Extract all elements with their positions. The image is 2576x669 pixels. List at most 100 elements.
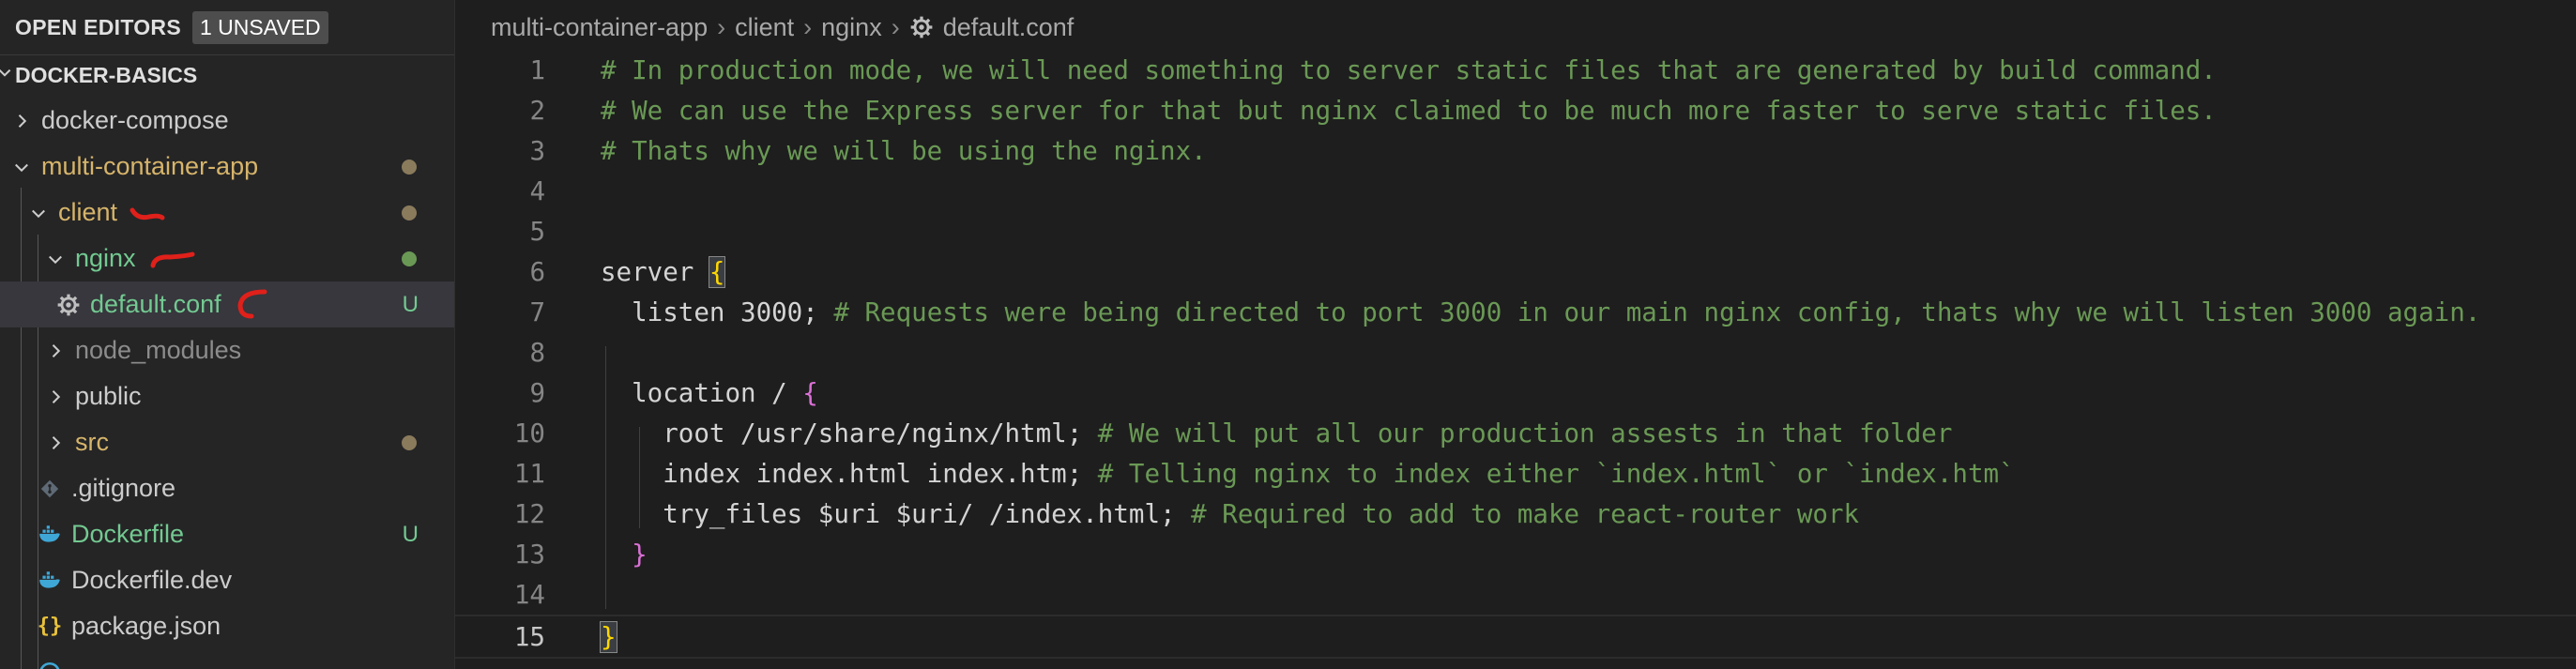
tree-item-dockerfile[interactable]: Dockerfile U <box>0 511 454 557</box>
code-line[interactable]: 13 } <box>455 534 2576 574</box>
untracked-badge: U <box>402 521 419 547</box>
code-text: index index.html index.htm; <box>601 458 1083 489</box>
tree-item-label: Dockerfile <box>71 520 185 548</box>
chevron-right-icon <box>11 111 32 131</box>
code-text: root /usr/share/nginx/html; <box>601 418 1083 449</box>
line-number: 2 <box>529 95 545 126</box>
explorer-sidebar: OPEN EDITORS 1 UNSAVED DOCKER-BASICS doc… <box>0 0 455 669</box>
code-comment: # We can use the Express server for that… <box>601 95 2217 126</box>
chevron-right-icon: › <box>717 12 726 41</box>
line-number: 7 <box>529 296 545 327</box>
info-icon <box>38 661 62 669</box>
tree-item-label: default.conf <box>90 290 221 318</box>
tree-item-dockerfile-dev[interactable]: Dockerfile.dev <box>0 557 454 603</box>
docker-icon <box>38 523 62 547</box>
gear-icon <box>909 15 934 39</box>
tree-item-default-conf[interactable]: default.conf U <box>0 281 454 327</box>
code-line[interactable]: 4 <box>455 171 2576 211</box>
code-line[interactable]: 6 server { <box>455 251 2576 292</box>
chevron-right-icon <box>45 341 66 361</box>
tree-item-client[interactable]: client <box>0 190 454 236</box>
tree-item-multi-container-app[interactable]: multi-container-app <box>0 144 454 190</box>
code-line[interactable]: 11 index index.html index.htm; # Telling… <box>455 453 2576 494</box>
code-line[interactable]: 1 # In production mode, we will need som… <box>455 50 2576 90</box>
line-number: 4 <box>529 175 545 206</box>
modified-dot <box>402 434 417 450</box>
code-brace: } <box>632 539 648 570</box>
code-line[interactable]: 8 <box>455 332 2576 373</box>
tree-item-label: package.json <box>71 612 221 640</box>
breadcrumb-item[interactable]: nginx <box>821 13 882 42</box>
chevron-right-icon: › <box>891 12 900 41</box>
code-line[interactable]: 3 # Thats why we will be using the nginx… <box>455 130 2576 171</box>
chevron-down-icon <box>28 203 49 223</box>
line-number: 13 <box>513 539 545 570</box>
code-line[interactable]: 5 <box>455 211 2576 251</box>
tree-item-node-modules[interactable]: node_modules <box>0 327 454 373</box>
workspace-root-title: DOCKER-BASICS <box>15 62 198 87</box>
tree-item-label: node_modules <box>75 336 242 364</box>
tree-item-label: .gitignore <box>71 474 176 502</box>
code-line[interactable]: 12 try_files $uri $uri/ /index.html; # R… <box>455 494 2576 534</box>
line-number: 10 <box>513 418 545 449</box>
tree-item-partial <box>0 649 454 669</box>
red-annotation-mark <box>149 249 196 269</box>
chevron-down-icon <box>0 65 13 86</box>
code-brace: } <box>600 620 617 653</box>
modified-dot <box>402 159 417 175</box>
chevron-down-icon <box>45 249 66 269</box>
chevron-down-icon <box>11 157 32 177</box>
code-line[interactable]: 7 listen 3000; # Requests were being dir… <box>455 292 2576 332</box>
code-line[interactable]: 2 # We can use the Express server for th… <box>455 90 2576 130</box>
chevron-right-icon <box>45 387 66 407</box>
code-line-current[interactable]: 15 } <box>455 615 2576 659</box>
red-annotation-mark <box>233 288 270 322</box>
code-comment: # Telling nginx to index either `index.h… <box>1082 458 2015 489</box>
tree-item-label: nginx <box>75 244 136 272</box>
tree-item-package-json[interactable]: {} package.json <box>0 603 454 649</box>
tree-item-docker-compose[interactable]: docker-compose <box>0 98 454 144</box>
line-number: 5 <box>529 216 545 247</box>
line-number: 6 <box>529 256 545 287</box>
breadcrumb-item[interactable]: multi-container-app <box>491 13 708 42</box>
red-annotation-mark <box>129 203 166 223</box>
tree-item-public[interactable]: public <box>0 373 454 419</box>
tree-item-label: client <box>58 198 118 226</box>
tree-item-label: docker-compose <box>41 106 229 134</box>
gear-icon <box>56 293 81 317</box>
docker-icon <box>38 569 62 593</box>
chevron-right-icon <box>45 433 66 453</box>
breadcrumb-item[interactable]: client <box>735 13 794 42</box>
code-brace: { <box>708 255 726 288</box>
code-line[interactable]: 9 location / { <box>455 373 2576 413</box>
unsaved-badge: 1 UNSAVED <box>192 10 328 44</box>
tree-item-label: public <box>75 382 142 410</box>
code-comment: # Thats why we will be using the nginx. <box>601 135 1207 166</box>
code-text: listen 3000; <box>601 296 818 327</box>
open-editors-title: OPEN EDITORS <box>15 14 181 39</box>
line-number: 12 <box>513 498 545 529</box>
tree-item-src[interactable]: src <box>0 419 454 465</box>
line-number: 11 <box>513 458 545 489</box>
line-number: 3 <box>529 135 545 166</box>
code-text: location / <box>601 377 803 408</box>
tree-item-gitignore[interactable]: .gitignore <box>0 465 454 511</box>
tree-item-label: Dockerfile.dev <box>71 566 233 594</box>
workspace-root-header[interactable]: DOCKER-BASICS <box>0 54 454 95</box>
json-icon: {} <box>37 615 63 638</box>
code-text: server <box>601 256 709 287</box>
chevron-right-icon: › <box>803 12 813 41</box>
code-line[interactable]: 14 <box>455 574 2576 615</box>
tree-item-label: multi-container-app <box>41 152 259 180</box>
line-number: 14 <box>513 579 545 610</box>
breadcrumb-item[interactable]: default.conf <box>943 13 1075 42</box>
code-brace: { <box>802 377 818 408</box>
code-line[interactable]: 10 root /usr/share/nginx/html; # We will… <box>455 413 2576 453</box>
code-comment: # In production mode, we will need somet… <box>601 54 2217 85</box>
line-number: 15 <box>513 621 545 652</box>
modified-dot <box>402 205 417 220</box>
open-editors-section[interactable]: OPEN EDITORS 1 UNSAVED <box>0 0 454 54</box>
line-number: 9 <box>529 377 545 408</box>
git-icon <box>38 477 62 501</box>
tree-item-nginx[interactable]: nginx <box>0 236 454 281</box>
